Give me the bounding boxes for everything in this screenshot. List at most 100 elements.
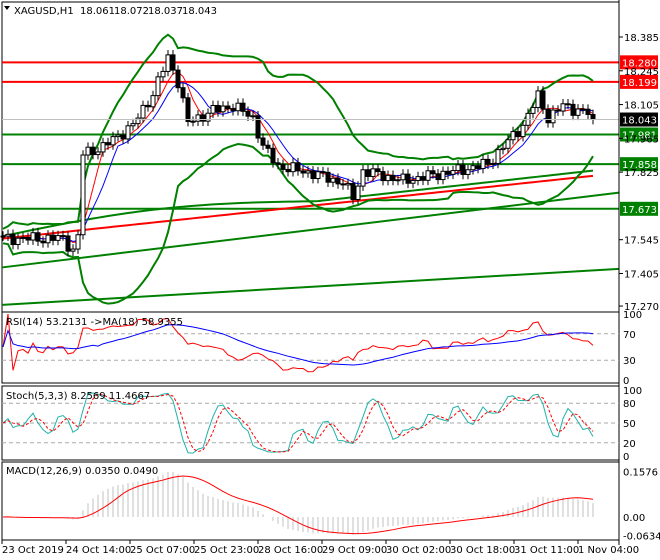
ohlc-open: 18.061 [80,6,115,17]
candle-body [375,168,381,173]
candle-body [345,182,351,186]
stoch-tick-label: 50 [623,419,636,430]
candle-body [430,170,436,175]
candle-body [30,232,36,241]
price-tick-label: 18.105 [624,101,659,112]
level-value: 18.199 [622,78,657,89]
candle-body [555,109,561,112]
candle-body [485,158,491,165]
time-label: 25 Oct 07:00 [130,545,195,556]
stoch-tick-label: 80 [623,399,636,410]
candle-body [35,232,41,242]
stoch-tick-label: 100 [623,386,642,397]
candle-body [120,134,126,140]
price-tick-label: 17.405 [624,269,659,280]
candle-body [135,117,141,125]
candle-body [535,90,541,109]
candle-body [440,170,446,181]
current-price-value: 18.043 [622,116,657,127]
panel-frame [1,1,620,313]
price-tick-label: 17.545 [624,236,659,247]
candle-body [275,162,281,165]
candle-body [465,169,471,175]
candle-body [100,142,106,153]
price-tick-label: 17.825 [624,168,659,179]
candle-body [300,170,306,174]
ohlc-close: 18.043 [182,6,217,17]
candle-body [250,115,256,118]
candle-body [400,173,406,181]
rsi-tick-label: 70 [623,330,636,341]
rsi-tick-label: 100 [623,310,642,321]
stoch-label: Stoch(5,3,3) 8.2569 11.4667 [6,391,150,402]
ohlc-low: 18.037 [148,6,183,17]
candle-body [390,174,396,181]
candle-body [460,164,466,175]
candle-body [540,90,546,110]
candle-body [325,171,331,183]
price-tick-label: 17.965 [624,134,659,145]
candle-body [290,162,296,173]
time-label: 28 Oct 16:00 [258,545,323,556]
candle-body [215,104,221,113]
candle-body [155,76,161,97]
candle-body [220,105,226,113]
time-label: 30 Oct 02:00 [386,545,451,556]
dropdown-icon[interactable] [4,6,10,10]
candle-body [270,147,276,164]
candle-body [330,177,336,183]
candle-body [320,171,326,174]
candle-body [365,169,371,177]
candle-body [75,234,81,250]
candle-body [560,103,566,112]
candle-body [45,234,51,244]
candle-body [575,108,581,116]
candle-body [565,103,571,106]
time-label: 1 Nov 04:00 [578,545,639,556]
ohlc-high: 18.072 [114,6,149,17]
candle-body [210,104,216,114]
candle-body [445,170,451,175]
candle-body [115,134,121,138]
candle-body [335,177,341,185]
candle-body [455,164,461,172]
candle-body [5,233,11,237]
candle-body [195,114,201,122]
candle-body [65,235,71,252]
candle-body [90,146,96,156]
candle-body [550,109,556,124]
candle-body [370,168,376,177]
candle-body [410,180,416,184]
chart-canvas[interactable]: 18.28018.19917.98117.85817.67318.04318.3… [0,0,660,560]
candle-body [545,108,551,124]
candle-body [380,171,386,182]
candle-body [495,149,501,164]
time-label: 23 Oct 2019 [2,545,64,556]
candle-body [505,139,511,149]
candle-body [150,95,156,108]
symbol-label: XAGUSD,H1 [14,6,74,17]
candle-body [475,165,481,170]
candle-body [580,108,586,111]
rsi-ma-line [2,324,594,366]
candle-body [50,234,56,241]
candle-body [585,108,591,115]
candle-body [230,108,236,112]
candle-body [165,54,171,72]
candle-body [500,147,506,151]
stoch-tick-label: 0 [623,452,629,463]
price-tick-label: 18.245 [624,67,659,78]
candle-body [20,236,26,239]
macd-label: MACD(12,26,9) 0.0350 0.0490 [6,466,158,477]
candle-body [425,170,431,181]
candle-body [145,104,151,108]
candle-body [125,125,131,140]
price-tick-label: 18.385 [624,33,659,44]
candle-body [355,185,361,201]
candle-body [405,173,411,184]
time-label: 30 Oct 18:00 [450,545,515,556]
candle-body [225,105,231,110]
level-value: 17.673 [622,205,657,216]
candle-body [105,142,111,146]
time-label: 29 Oct 09:00 [322,545,387,556]
